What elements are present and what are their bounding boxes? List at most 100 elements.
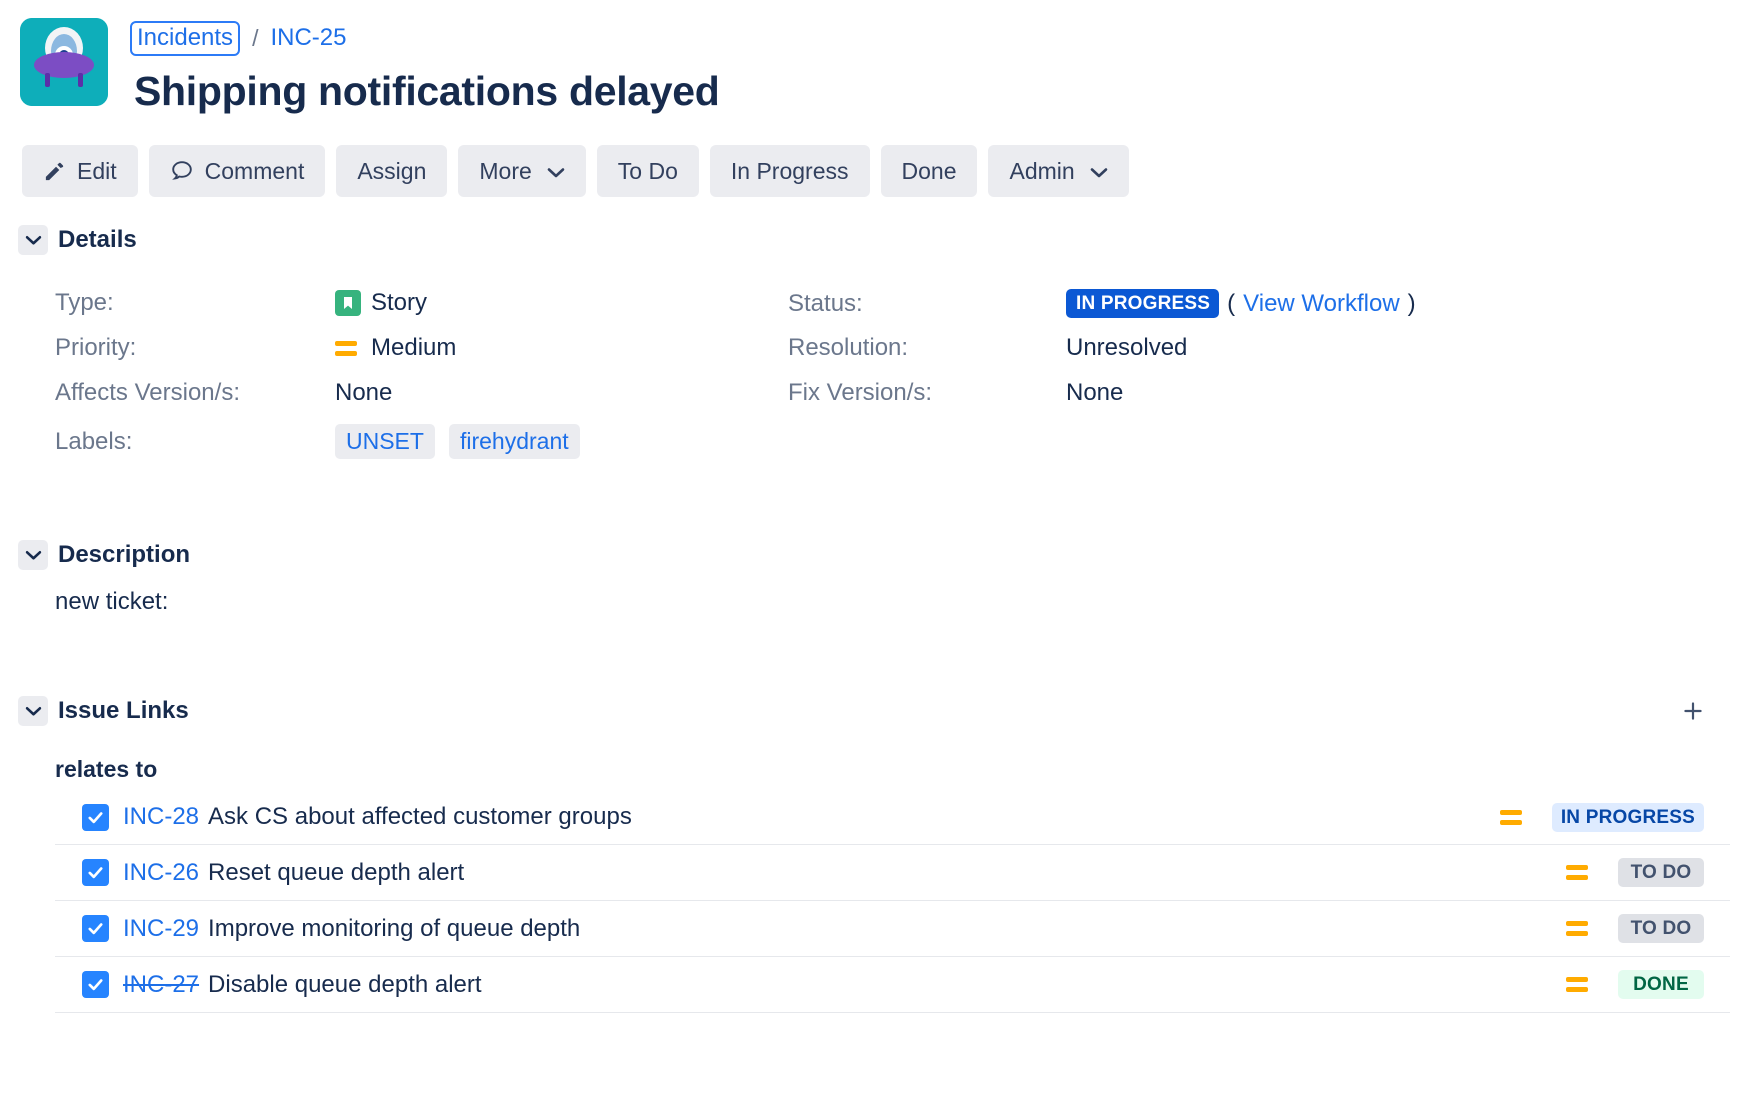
description-body: new ticket: [55,588,169,616]
status-badge: TO DO [1618,914,1704,944]
issue-action-toolbar: Edit Comment Assign More To Do In Progre… [22,145,1758,198]
status-badge: IN PROGRESS [1551,802,1704,832]
field-status-label: Status: [788,289,863,317]
field-affects-version-label: Affects Version/s: [55,379,240,407]
breadcrumb: Incidents / INC-25 [130,20,720,56]
issue-link-checkbox[interactable] [82,859,109,887]
table-row[interactable]: INC-28 Ask CS about affected customer gr… [55,789,1730,846]
label-pill[interactable]: firehydrant [448,424,580,460]
transition-todo-label: To Do [617,157,678,184]
table-row[interactable]: INC-29 Improve monitoring of queue depth… [55,901,1730,958]
issue-link-checkbox[interactable] [82,915,109,943]
issue-link-checkbox[interactable] [82,971,109,999]
transition-todo-button[interactable]: To Do [596,145,699,198]
field-labels-label: Labels: [55,427,133,455]
field-fix-version-label: Fix Version/s: [788,379,933,407]
issue-links-head-left: Issue Links [18,696,189,727]
issue-link-summary[interactable]: Reset queue depth alert [208,859,464,887]
issue-links-collapse-toggle[interactable] [18,696,48,727]
edit-button-label: Edit [77,157,117,184]
comment-bubble-icon [171,161,192,180]
field-type: Type: Story [55,289,427,317]
checkmark-icon [88,811,103,823]
description-section: Description new ticket: [0,540,1758,616]
details-collapse-toggle[interactable] [18,225,48,256]
status-badge: IN PROGRESS [1066,289,1220,319]
issue-link-key[interactable]: INC-28 [123,803,199,831]
add-issue-link-button[interactable] [1676,694,1710,728]
edit-button[interactable]: Edit [22,145,138,198]
priority-medium-icon [1566,862,1592,884]
priority-medium-icon [335,337,361,359]
field-labels: Labels: UNSET firehydrant [55,424,580,460]
priority-medium-icon [1566,918,1592,940]
field-status: Status: IN PROGRESS ( View Workflow ) [788,289,1416,319]
plus-icon [1684,702,1702,720]
more-button-label: More [479,157,532,184]
chevron-down-icon [25,235,41,245]
field-resolution-label: Resolution: [788,334,909,362]
breadcrumb-issue-key-link[interactable]: INC-25 [270,26,346,50]
label-pill[interactable]: UNSET [335,424,435,460]
field-priority-label: Priority: [55,334,137,362]
field-fix-version-value: None [1066,379,1124,407]
field-priority-value-wrap: Medium [335,334,456,362]
field-type-value: Story [371,289,428,317]
view-workflow-link[interactable]: View Workflow [1243,290,1400,318]
table-row[interactable]: INC-27 Disable queue depth alert DONE [55,957,1730,1014]
chevron-down-icon [1090,158,1108,185]
issue-link-key[interactable]: INC-27 [123,971,199,999]
field-affects-version: Affects Version/s: None [55,379,392,407]
description-collapse-toggle[interactable] [18,540,48,571]
comment-button-label: Comment [204,157,305,184]
issue-link-summary[interactable]: Ask CS about affected customer groups [208,803,632,831]
more-dropdown-button[interactable]: More [458,145,586,198]
workflow-paren-open: ( [1227,289,1236,317]
jira-issue-page: Incidents / INC-25 Shipping notification… [0,0,1758,1094]
description-section-header: Description [18,540,1758,571]
issue-link-checkbox[interactable] [82,803,109,831]
chevron-down-icon [25,706,41,716]
breadcrumb-project-link[interactable]: Incidents [130,20,241,56]
checkmark-icon [88,923,103,935]
transition-in-progress-button[interactable]: In Progress [709,145,870,198]
details-section: Details Type: Story Priority: Medium Aff… [0,225,1758,486]
status-badge: TO DO [1618,858,1704,888]
workflow-paren-close: ) [1407,289,1416,317]
comment-button[interactable]: Comment [148,145,326,198]
ufo-avatar-icon [20,18,108,106]
chevron-down-icon [547,158,565,185]
transition-done-button[interactable]: Done [880,145,978,198]
details-section-header: Details [18,225,1758,256]
chevron-down-icon [25,550,41,560]
description-section-title: Description [58,541,191,569]
assign-button[interactable]: Assign [336,145,448,198]
field-status-value-wrap: IN PROGRESS ( View Workflow ) [1066,289,1416,319]
issue-link-summary[interactable]: Disable queue depth alert [208,971,482,999]
issue-link-summary[interactable]: Improve monitoring of queue depth [208,915,580,943]
project-avatar[interactable] [20,18,108,106]
field-type-label: Type: [55,289,114,317]
assign-button-label: Assign [357,157,427,184]
issue-link-key[interactable]: INC-29 [123,915,199,943]
field-resolution: Resolution: Unresolved [788,334,1187,362]
field-labels-value: UNSET firehydrant [335,424,580,460]
field-resolution-value: Unresolved [1066,334,1188,362]
checkmark-icon [88,867,103,879]
breadcrumb-separator: / [252,24,259,51]
issue-link-key[interactable]: INC-26 [123,859,199,887]
details-fields: Type: Story Priority: Medium Affects Ver… [0,281,1758,486]
checkmark-icon [88,979,103,991]
page-title: Shipping notifications delayed [134,68,720,114]
issue-links-section-header: Issue Links [0,694,1758,728]
priority-medium-icon [1566,974,1592,996]
field-type-value-wrap: Story [335,289,427,317]
admin-dropdown-button[interactable]: Admin [988,145,1129,198]
field-priority-value: Medium [371,334,457,362]
field-priority: Priority: Medium [55,334,456,362]
transition-done-label: Done [901,157,957,184]
transition-in-progress-label: In Progress [730,157,849,184]
field-affects-version-value: None [335,379,393,407]
story-type-icon [335,290,361,317]
table-row[interactable]: INC-26 Reset queue depth alert TO DO [55,845,1730,902]
